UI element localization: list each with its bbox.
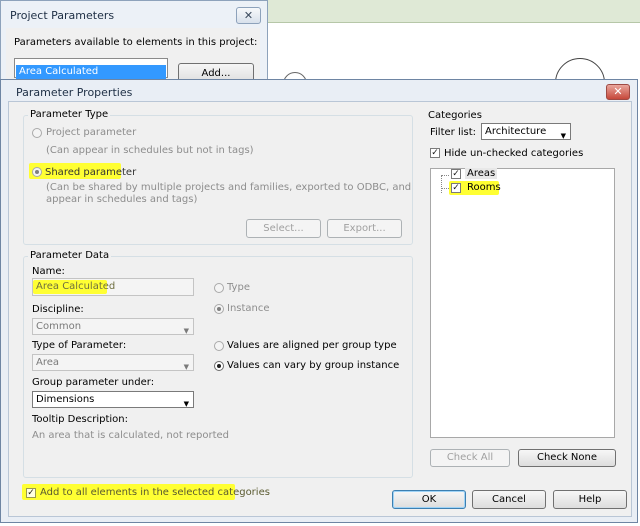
project-parameter-radio[interactable] (32, 128, 42, 138)
hide-unchecked-checkbox[interactable]: ✓ (430, 148, 440, 158)
check-none-button[interactable]: Check None (518, 449, 616, 467)
add-to-all-label: Add to all elements in the selected cate… (40, 487, 270, 498)
shared-parameter-radio[interactable] (32, 167, 42, 177)
tree-connector (441, 175, 443, 193)
hide-unchecked-label: Hide un-checked categories (444, 148, 584, 159)
discipline-label: Discipline: (32, 304, 84, 315)
shared-parameter-hint-line2: appear in schedules and tags) (46, 194, 198, 205)
filter-list-label: Filter list: (430, 127, 477, 138)
type-radio-label: Type (227, 282, 250, 293)
type-radio[interactable] (214, 283, 224, 293)
chevron-down-icon: ▼ (183, 327, 189, 335)
instance-radio[interactable] (214, 304, 224, 314)
parameter-type-legend: Parameter Type (28, 109, 111, 120)
project-parameters-title: Project Parameters (10, 9, 115, 22)
group-parameter-value: Dimensions (36, 394, 95, 405)
select-shared-button[interactable]: Select... (246, 219, 321, 238)
chevron-down-icon: ▼ (183, 400, 189, 408)
parameter-data-legend: Parameter Data (28, 250, 112, 261)
instance-radio-label: Instance (227, 303, 270, 314)
project-parameter-hint: (Can appear in schedules but not in tags… (46, 145, 254, 156)
tree-connector (441, 175, 449, 177)
chevron-down-icon: ▼ (183, 363, 189, 371)
dialog-close-button[interactable]: ✕ (606, 84, 630, 100)
tree-connector (441, 188, 449, 190)
discipline-value: Common (36, 321, 82, 332)
rooms-checkbox[interactable]: ✓ (451, 183, 461, 193)
shared-parameter-label: Shared parameter (45, 167, 137, 178)
help-button[interactable]: Help (553, 490, 627, 509)
areas-checkbox[interactable]: ✓ (451, 169, 461, 179)
vary-by-instance-label: Values can vary by group instance (227, 360, 400, 371)
categories-heading: Categories (428, 110, 482, 121)
tooltip-description-label: Tooltip Description: (32, 414, 128, 425)
ok-button[interactable]: OK (392, 490, 466, 509)
rooms-label[interactable]: Rooms (467, 182, 501, 193)
parameters-available-label: Parameters available to elements in this… (14, 37, 258, 48)
name-label: Name: (32, 266, 65, 277)
shared-parameter-hint-line1: (Can be shared by multiple projects and … (46, 182, 412, 193)
add-to-all-checkbox[interactable]: ✓ (26, 488, 36, 498)
check-all-button[interactable]: Check All (430, 449, 510, 467)
project-parameters-close-button[interactable]: ✕ (236, 7, 261, 24)
discipline-dropdown[interactable]: Common ▼ (32, 318, 194, 335)
filter-list-dropdown[interactable]: Architecture ▼ (481, 123, 571, 140)
areas-label[interactable]: Areas (465, 168, 498, 179)
type-of-parameter-dropdown[interactable]: Area ▼ (32, 354, 194, 371)
project-parameter-label: Project parameter (46, 127, 137, 138)
filter-list-value: Architecture (485, 126, 547, 137)
group-parameter-label: Group parameter under: (32, 377, 155, 388)
tooltip-description-value: An area that is calculated, not reported (32, 430, 230, 441)
export-shared-button[interactable]: Export... (327, 219, 402, 238)
chevron-down-icon: ▼ (560, 132, 566, 140)
type-of-parameter-value: Area (36, 357, 60, 368)
group-parameter-dropdown[interactable]: Dimensions ▼ (32, 391, 194, 408)
vary-by-instance-radio[interactable] (214, 361, 224, 371)
revit-canvas-band (268, 0, 640, 23)
cancel-button[interactable]: Cancel (472, 490, 546, 509)
dialog-title: Parameter Properties (16, 86, 133, 99)
categories-tree[interactable] (430, 168, 615, 438)
aligned-per-group-radio[interactable] (214, 341, 224, 351)
aligned-per-group-label: Values are aligned per group type (227, 340, 397, 351)
parameters-list-item-selected[interactable]: Area Calculated (16, 65, 166, 79)
type-of-parameter-label: Type of Parameter: (32, 340, 127, 351)
name-field-value: Area Calculated (36, 281, 116, 292)
